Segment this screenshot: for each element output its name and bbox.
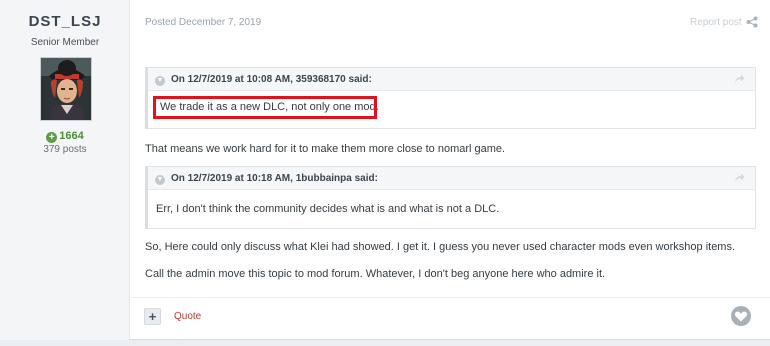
share-icon[interactable] bbox=[746, 16, 758, 28]
quote-citation-text: On 12/7/2019 at 10:18 AM, 1bubbainpa sai… bbox=[171, 173, 378, 184]
multiquote-button[interactable]: + bbox=[144, 308, 161, 325]
author-rank: Senior Member bbox=[30, 37, 100, 48]
author-name[interactable]: DST_LSJ bbox=[0, 13, 130, 30]
chevron-down-icon[interactable]: ▼ bbox=[155, 76, 165, 86]
quote-body: We trade it as a new DLC, not only one m… bbox=[148, 91, 755, 128]
quote-citation: ▼ On 12/7/2019 at 10:08 AM, 359368170 sai… bbox=[148, 68, 755, 91]
chevron-down-icon[interactable]: ▼ bbox=[155, 175, 165, 185]
post-paragraph: That means we work hard for it to make t… bbox=[145, 143, 506, 155]
quote-block: ▼ On 12/7/2019 at 10:18 AM, 1bubbainpa sa… bbox=[145, 166, 756, 229]
plus-circle-icon: + bbox=[46, 132, 58, 143]
post-count: 379 posts bbox=[43, 144, 87, 155]
forum-post: DST_LSJ Senior Member +1664 379 posts Po… bbox=[0, 0, 770, 340]
post-paragraph: So, Here could only discuss what Klei ha… bbox=[145, 241, 736, 253]
quote-body: Err, I don't think the community decides… bbox=[148, 190, 755, 228]
post-paragraph: Call the admin move this topic to mod fo… bbox=[145, 268, 606, 280]
avatar[interactable] bbox=[40, 57, 92, 121]
quote-button[interactable]: Quote bbox=[174, 311, 201, 322]
quote-block: ▼ On 12/7/2019 at 10:08 AM, 359368170 sai… bbox=[145, 67, 756, 129]
arrow-icon[interactable] bbox=[734, 173, 745, 183]
like-button[interactable] bbox=[731, 306, 751, 326]
author-panel: DST_LSJ Senior Member +1664 379 posts bbox=[0, 0, 130, 340]
report-post-link[interactable]: Report post bbox=[690, 17, 742, 28]
reputation: +1664 bbox=[0, 130, 130, 143]
post-date[interactable]: Posted December 7, 2019 bbox=[145, 17, 261, 28]
heart-icon bbox=[734, 311, 748, 322]
quote-citation-text: On 12/7/2019 at 10:08 AM, 359368170 said… bbox=[171, 74, 372, 85]
reputation-value: 1664 bbox=[59, 130, 84, 142]
quote-citation: ▼ On 12/7/2019 at 10:18 AM, 1bubbainpa sa… bbox=[148, 167, 755, 190]
quote-text: Err, I don't think the community decides… bbox=[156, 203, 500, 215]
highlight-annotation bbox=[153, 96, 377, 119]
divider bbox=[131, 297, 770, 298]
arrow-icon[interactable] bbox=[734, 74, 745, 84]
